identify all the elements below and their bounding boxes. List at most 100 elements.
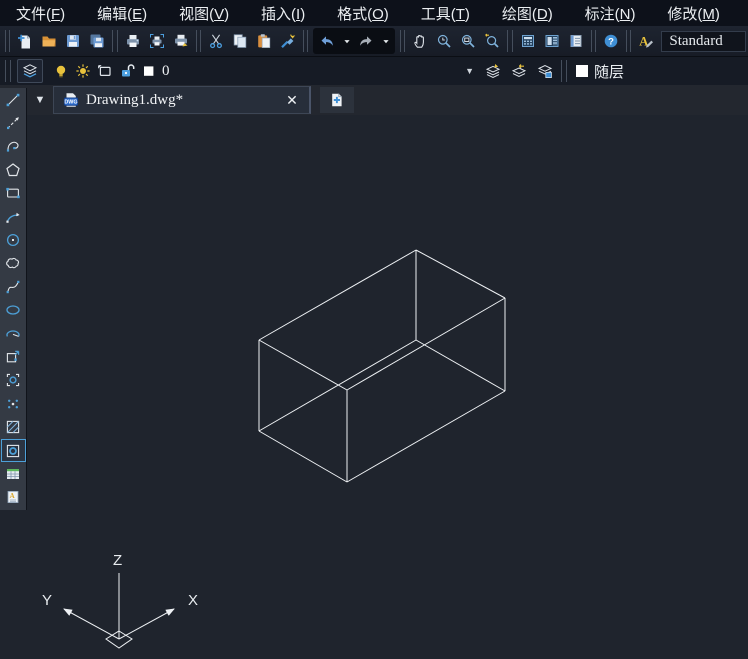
svg-text:DWG: DWG [64, 99, 77, 105]
box-edge[interactable] [258, 249, 417, 341]
new-file-button[interactable] [13, 29, 37, 53]
pan-button[interactable] [408, 29, 432, 53]
menu-o[interactable]: 格式(O) [337, 3, 389, 24]
box-edge[interactable] [258, 430, 348, 483]
spline-tool-button[interactable] [1, 275, 26, 298]
menu-v[interactable]: 视图(V) [179, 3, 229, 24]
copy-button[interactable] [228, 29, 252, 53]
menu-t[interactable]: 工具(T) [421, 3, 470, 24]
redo-more-button[interactable] [378, 29, 393, 53]
open-folder-button[interactable] [37, 29, 61, 53]
layer-thaw-icon [75, 64, 90, 78]
menu-m[interactable]: 修改(M) [667, 3, 720, 24]
make-object-layer-current-button[interactable] [480, 59, 506, 83]
drawing-tab[interactable]: DWG Drawing1.dwg* ✕ [53, 86, 311, 114]
properties-palette-button[interactable] [516, 29, 540, 53]
layer-combo-dropdown-icon[interactable]: ▼ [465, 66, 476, 76]
text-style-combo[interactable]: Standard [661, 30, 746, 52]
zoom-realtime-button[interactable] [432, 29, 456, 53]
match-properties-button[interactable] [276, 29, 300, 53]
print-preview-icon [149, 34, 164, 48]
toolbar-separator [5, 60, 11, 82]
zoom-previous-button[interactable] [480, 29, 504, 53]
copy-icon [233, 34, 247, 48]
spline-icon [6, 280, 20, 294]
hatch-tool-button[interactable] [1, 415, 26, 438]
circle-icon [6, 233, 20, 247]
tab-list-dropdown-button[interactable]: ▼ [31, 90, 49, 110]
layer-on-toggle[interactable] [52, 63, 69, 80]
menu-bar: 文件(F) 编辑(E) 视图(V) 插入(I) 格式(O) 工具(T) 绘图(D) 标注(N)… [0, 0, 748, 26]
redo-more-icon [383, 40, 389, 44]
print-preview-button[interactable] [145, 29, 169, 53]
point-tool-button[interactable] [1, 392, 26, 415]
undo-button[interactable] [315, 29, 339, 53]
insert-block-icon [6, 350, 20, 363]
box-edge[interactable] [346, 297, 506, 391]
insert-block-tool-button[interactable] [1, 345, 26, 368]
new-tab-button[interactable] [320, 87, 354, 113]
toolbar-separator [507, 30, 513, 52]
tool-palettes-button[interactable] [564, 29, 588, 53]
save-all-button[interactable] [85, 29, 109, 53]
layer-viewport-freeze-toggle[interactable] [96, 63, 113, 80]
polyline-tool-button[interactable] [1, 135, 26, 158]
save-button[interactable] [61, 29, 85, 53]
layer-thaw-toggle[interactable] [74, 63, 91, 80]
print-button[interactable] [121, 29, 145, 53]
layer-properties-manager-button[interactable] [17, 59, 43, 83]
point-icon [8, 399, 18, 409]
mtext-tool-button[interactable]: A [1, 486, 26, 509]
ellipse-tool-button[interactable] [1, 299, 26, 322]
zoom-window-button[interactable] [456, 29, 480, 53]
layer-color-swatch-toggle[interactable] [140, 63, 157, 80]
rectangle-tool-button[interactable] [1, 182, 26, 205]
box-edge[interactable] [415, 249, 506, 299]
box-edge[interactable] [258, 339, 348, 391]
help-button[interactable]: ? [599, 29, 623, 53]
design-center-button[interactable] [540, 29, 564, 53]
make-block-tool-button[interactable] [1, 369, 26, 392]
wireframe-box[interactable] [258, 249, 506, 483]
tab-title: Drawing1.dwg* [86, 91, 184, 108]
undo-more-button[interactable] [339, 29, 354, 53]
paste-button[interactable] [252, 29, 276, 53]
layer-unlock-toggle[interactable] [118, 63, 135, 80]
new-file-icon [18, 34, 31, 49]
line-tool-button[interactable] [1, 88, 26, 111]
match-properties-icon [281, 34, 296, 48]
table-tool-button[interactable] [1, 462, 26, 485]
circle-tool-button[interactable] [1, 228, 26, 251]
svg-text:A: A [10, 493, 15, 501]
plot-button[interactable] [169, 29, 193, 53]
drawing-canvas[interactable]: Z Y X [0, 115, 748, 659]
revision-cloud-tool-button[interactable] [1, 252, 26, 275]
ellipse-arc-tool-button[interactable] [1, 322, 26, 345]
arc-tool-button[interactable] [1, 205, 26, 228]
ellipse-icon [6, 305, 20, 315]
menu-n[interactable]: 标注(N) [585, 3, 636, 24]
layer-toolbar: 0 ▼ 随层 [0, 56, 748, 85]
box-edge[interactable] [346, 390, 506, 483]
menu-i[interactable]: 插入(I) [261, 3, 305, 24]
current-layer-name: 0 [162, 62, 170, 79]
layer-previous-button[interactable] [506, 59, 532, 83]
menu-e[interactable]: 编辑(E) [97, 3, 147, 24]
layer-color-swatch-icon [143, 66, 153, 76]
box-edge[interactable] [415, 339, 506, 392]
polygon-tool-button[interactable] [1, 158, 26, 181]
layer-states-button[interactable] [532, 59, 558, 83]
tab-close-button[interactable]: ✕ [284, 92, 300, 109]
layer-combo[interactable]: 0 ▼ [48, 59, 480, 83]
menu-f[interactable]: 文件(F) [16, 3, 65, 24]
construction-line-tool-button[interactable] [1, 111, 26, 134]
tool-palettes-icon [570, 35, 582, 47]
zoom-window-icon [462, 34, 476, 48]
cut-button[interactable] [204, 29, 228, 53]
menu-d[interactable]: 绘图(D) [502, 3, 553, 24]
toolbar-separator [5, 30, 11, 52]
donut-tool-button[interactable] [0, 438, 26, 463]
redo-button[interactable] [354, 29, 378, 53]
color-combo[interactable]: 随层 [570, 59, 746, 83]
text-style-button[interactable]: A [634, 29, 658, 53]
